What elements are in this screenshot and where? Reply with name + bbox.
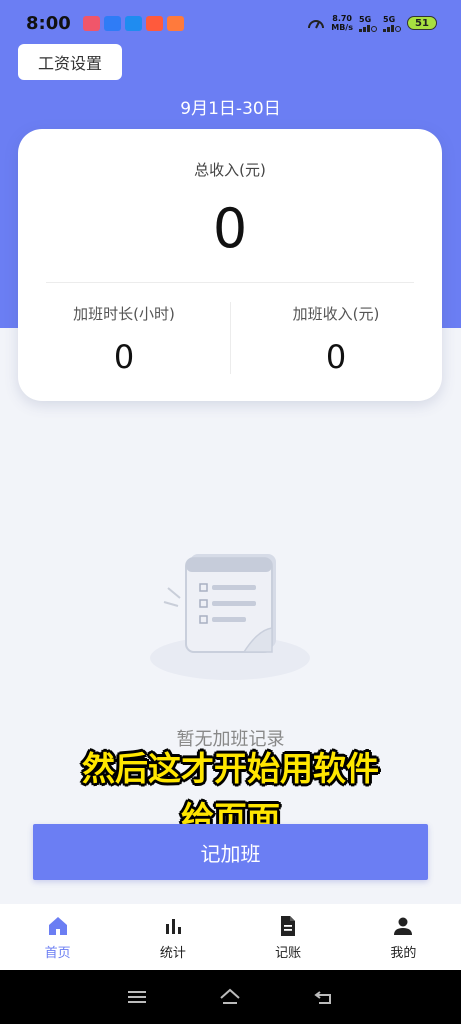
tab-bookkeeping[interactable]: 记账 [231,904,346,970]
tab-statistics-label: 统计 [159,945,186,961]
net-speed: 8.70 MB/s [331,14,353,32]
signal-2-label: 5G [383,14,396,24]
tab-mine-label: 我的 [390,945,417,961]
salary-settings-button[interactable]: 工资设置 [18,44,122,80]
signal-2: 5G [383,15,401,32]
overtime-hours-label: 加班时长(小时) [73,305,175,323]
battery-level: 51 [415,17,429,29]
overtime-hours-stat: 加班时长(小时) 0 [18,303,230,376]
back-icon[interactable] [312,985,336,1009]
speedometer-icon [308,20,325,29]
tab-mine[interactable]: 我的 [346,904,461,970]
menu-icon[interactable] [125,985,149,1009]
game-app-icon-2 [166,15,184,31]
date-range[interactable]: 9月1日-30日 [0,94,461,119]
total-income-value: 0 [212,197,248,260]
net-speed-unit: MB/s [331,23,353,32]
person-icon [394,917,413,935]
signal-1: 5G [359,15,377,32]
app-notification-icon [82,15,100,31]
bottom-tab-bar: 首页 统计 记账 我的 [0,904,461,970]
overtime-income-stat: 加班收入(元) 0 [230,303,442,376]
overtime-income-value: 0 [325,338,347,376]
card-divider [46,282,414,283]
signal-bars-icon [359,24,377,32]
home-nav-icon[interactable] [218,985,242,1009]
net-speed-value: 8.70 [332,14,352,23]
signal-bars-icon-2 [383,24,401,32]
tab-bookkeeping-label: 记账 [275,945,302,961]
video-subtitle-line-1: 然后这才开始用软件 [82,749,379,788]
empty-calendar-icon [150,554,310,680]
battery-icon: 51 [407,16,437,30]
notification-icons [82,15,184,31]
document-icon [281,915,296,936]
status-right: 8.70 MB/s 5G 5G 51 [307,14,437,32]
video-app-icon [103,15,121,31]
game-app-icon [145,15,163,31]
tab-home[interactable]: 首页 [0,904,115,970]
home-icon [48,916,67,935]
bar-chart-icon [165,918,181,934]
status-time: 8:00 [26,12,71,34]
signal-1-label: 5G [359,14,372,24]
tab-statistics[interactable]: 统计 [115,904,230,970]
overtime-hours-value: 0 [113,338,135,376]
overtime-income-label: 加班收入(元) [292,305,380,323]
record-overtime-button[interactable]: 记加班 [33,824,428,880]
tab-home-label: 首页 [44,945,71,961]
total-income-label: 总收入(元) [194,161,266,179]
system-nav-bar [0,970,461,1024]
zhihu-app-icon [124,15,142,31]
summary-card: 总收入(元) 0 加班时长(小时) 0 加班收入(元) 0 [18,129,442,401]
status-bar: 8:00 8.70 MB/s 5G 5G 51 [0,0,461,46]
